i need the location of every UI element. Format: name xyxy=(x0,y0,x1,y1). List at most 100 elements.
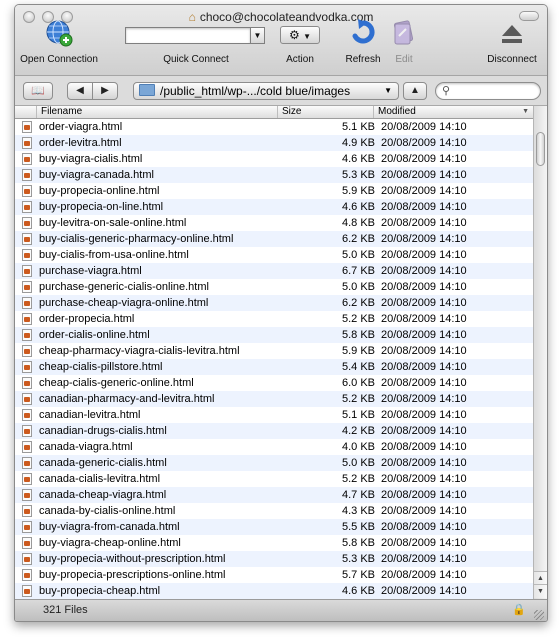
file-row[interactable]: order-propecia.html 5.2 KB 20/08/2009 14:1… xyxy=(15,311,533,327)
file-name: cheap-cialis-pillstore.html xyxy=(39,361,163,373)
file-row[interactable]: cheap-cialis-pillstore.html 5.4 KB 20/08/2… xyxy=(15,359,533,375)
forward-arrow-icon: ▶ xyxy=(101,85,109,96)
column-header-bar: Filename Size Modified ▼ xyxy=(15,106,533,119)
file-row[interactable]: buy-propecia-prescriptions-online.html 5.… xyxy=(15,567,533,583)
bookmarks-button[interactable]: 📖 xyxy=(23,82,53,100)
file-modified: 20/08/2009 14:10 xyxy=(381,521,467,533)
file-size: 5.8 KB xyxy=(341,537,375,549)
action-popup[interactable]: ⚙ ▼ xyxy=(280,26,320,44)
sort-descending-icon: ▼ xyxy=(522,108,529,115)
file-size: 5.9 KB xyxy=(341,185,375,197)
file-row[interactable]: purchase-cheap-viagra-online.html 6.2 KB 2… xyxy=(15,295,533,311)
file-name: canadian-drugs-cialis.html xyxy=(39,425,167,437)
file-row[interactable]: canada-cheap-viagra.html 4.7 KB 20/08/2009… xyxy=(15,487,533,503)
open-connection-button[interactable]: Open Connection xyxy=(19,19,99,71)
file-modified: 20/08/2009 14:10 xyxy=(381,121,467,133)
file-row[interactable]: buy-propecia-without-prescription.html 5.… xyxy=(15,551,533,567)
html-file-icon xyxy=(22,201,32,213)
file-row[interactable]: canada-cialis-levitra.html 5.2 KB 20/08/20… xyxy=(15,471,533,487)
scroll-down-button[interactable]: ▼ xyxy=(534,584,547,598)
file-row[interactable]: order-viagra.html 5.1 KB 20/08/2009 14:10 xyxy=(15,119,533,135)
file-row[interactable]: buy-viagra-from-canada.html 5.5 KB 20/08/2… xyxy=(15,519,533,535)
file-row[interactable]: buy-cialis-from-usa-online.html 5.0 KB 20/… xyxy=(15,247,533,263)
path-popup[interactable]: /public_html/wp-.../cold blue/images ▼ xyxy=(133,82,399,100)
file-name: purchase-generic-cialis-online.html xyxy=(39,281,209,293)
vertical-scrollbar[interactable]: ▲ ▼ xyxy=(533,106,547,599)
folder-icon xyxy=(139,84,155,96)
html-file-icon xyxy=(22,233,32,245)
file-modified: 20/08/2009 14:10 xyxy=(381,537,467,549)
file-row[interactable]: cheap-pharmacy-viagra-cialis-levitra.htm… xyxy=(15,343,533,359)
file-list: order-viagra.html 5.1 KB 20/08/2009 14:10 o… xyxy=(15,119,533,599)
file-size: 4.8 KB xyxy=(341,217,375,229)
toolbar: ⌂ choco@chocolateandvodka.com Open Connec… xyxy=(15,5,547,76)
file-row[interactable]: buy-cialis-generic-pharmacy-online.html 6… xyxy=(15,231,533,247)
file-modified: 20/08/2009 14:10 xyxy=(381,265,467,277)
file-row[interactable]: order-levitra.html 4.9 KB 20/08/2009 14:10 xyxy=(15,135,533,151)
file-row[interactable]: canada-viagra.html 4.0 KB 20/08/2009 14:10 xyxy=(15,439,533,455)
file-row[interactable]: canada-by-cialis-online.html 4.3 KB 20/08/… xyxy=(15,503,533,519)
file-row[interactable]: buy-propecia-on-line.html 4.6 KB 20/08/200… xyxy=(15,199,533,215)
file-name: order-propecia.html xyxy=(39,313,135,325)
quick-connect-dropdown-button[interactable]: ▼ xyxy=(251,27,265,44)
back-button[interactable]: ◀ xyxy=(67,82,93,100)
quick-connect-group: ▼ Quick Connect xyxy=(125,19,267,71)
icon-column-header[interactable] xyxy=(15,106,37,118)
modified-column-header[interactable]: Modified ▼ xyxy=(374,106,533,118)
up-directory-button[interactable]: ▲ xyxy=(403,82,427,100)
file-row[interactable]: cheap-cialis-generic-online.html 6.0 KB 20… xyxy=(15,375,533,391)
file-size: 4.7 KB xyxy=(341,489,375,501)
file-row[interactable]: canadian-pharmacy-and-levitra.html 5.2 KB… xyxy=(15,391,533,407)
file-size: 5.4 KB xyxy=(341,361,375,373)
resize-grip[interactable] xyxy=(534,610,544,620)
current-path: /public_html/wp-.../cold blue/images xyxy=(160,84,351,98)
file-name: buy-cialis-from-usa-online.html xyxy=(39,249,189,261)
refresh-label: Refresh xyxy=(345,54,381,65)
file-modified: 20/08/2009 14:10 xyxy=(381,489,467,501)
forward-button[interactable]: ▶ xyxy=(92,82,118,100)
file-name: order-levitra.html xyxy=(39,137,122,149)
file-name: buy-propecia-prescriptions-online.html xyxy=(39,569,226,581)
html-file-icon xyxy=(22,249,32,261)
file-row[interactable]: buy-levitra-on-sale-online.html 4.8 KB 20/… xyxy=(15,215,533,231)
file-modified: 20/08/2009 14:10 xyxy=(381,201,467,213)
quick-connect-input[interactable] xyxy=(125,27,251,44)
file-size: 4.2 KB xyxy=(341,425,375,437)
file-row[interactable]: buy-viagra-cheap-online.html 5.8 KB 20/08/… xyxy=(15,535,533,551)
edit-button[interactable]: Edit xyxy=(387,19,421,71)
file-name: buy-cialis-generic-pharmacy-online.html xyxy=(39,233,234,245)
file-modified: 20/08/2009 14:10 xyxy=(381,569,467,581)
file-row[interactable]: canada-generic-cialis.html 5.0 KB 20/08/20… xyxy=(15,455,533,471)
quick-connect-label: Quick Connect xyxy=(163,54,229,65)
html-file-icon xyxy=(22,425,32,437)
html-file-icon xyxy=(22,489,32,501)
search-field[interactable]: ⚲ xyxy=(435,82,541,100)
html-file-icon xyxy=(22,185,32,197)
file-size: 4.0 KB xyxy=(341,441,375,453)
file-row[interactable]: canadian-drugs-cialis.html 4.2 KB 20/08/20… xyxy=(15,423,533,439)
file-row[interactable]: order-cialis-online.html 5.8 KB 20/08/2009… xyxy=(15,327,533,343)
html-file-icon xyxy=(22,313,32,325)
action-menu-button[interactable]: ⚙ ▼ Action xyxy=(277,19,323,71)
file-row[interactable]: canadian-levitra.html 5.1 KB 20/08/2009 14… xyxy=(15,407,533,423)
filename-column-header[interactable]: Filename xyxy=(37,106,278,118)
scrollbar-thumb[interactable] xyxy=(536,132,545,166)
html-file-icon xyxy=(22,505,32,517)
lock-icon: 🔒 xyxy=(512,604,526,616)
size-column-header[interactable]: Size xyxy=(278,106,374,118)
file-row[interactable]: buy-propecia-cheap.html 4.6 KB 20/08/2009 … xyxy=(15,583,533,599)
disconnect-button[interactable]: Disconnect xyxy=(481,19,543,71)
ftp-browser-window: ⌂ choco@chocolateandvodka.com Open Connec… xyxy=(14,4,548,622)
file-modified: 20/08/2009 14:10 xyxy=(381,473,467,485)
file-row[interactable]: buy-propecia-online.html 5.9 KB 20/08/2009… xyxy=(15,183,533,199)
file-modified: 20/08/2009 14:10 xyxy=(381,137,467,149)
file-name: cheap-cialis-generic-online.html xyxy=(39,377,194,389)
scroll-up-button[interactable]: ▲ xyxy=(534,571,547,585)
refresh-button[interactable]: Refresh xyxy=(343,19,383,71)
file-row[interactable]: buy-viagra-canada.html 5.3 KB 20/08/2009 1… xyxy=(15,167,533,183)
file-row[interactable]: buy-viagra-cialis.html 4.6 KB 20/08/2009 1… xyxy=(15,151,533,167)
file-modified: 20/08/2009 14:10 xyxy=(381,409,467,421)
chevron-down-icon: ▼ xyxy=(303,32,312,41)
file-row[interactable]: purchase-viagra.html 6.7 KB 20/08/2009 14:… xyxy=(15,263,533,279)
file-row[interactable]: purchase-generic-cialis-online.html 5.0 K… xyxy=(15,279,533,295)
